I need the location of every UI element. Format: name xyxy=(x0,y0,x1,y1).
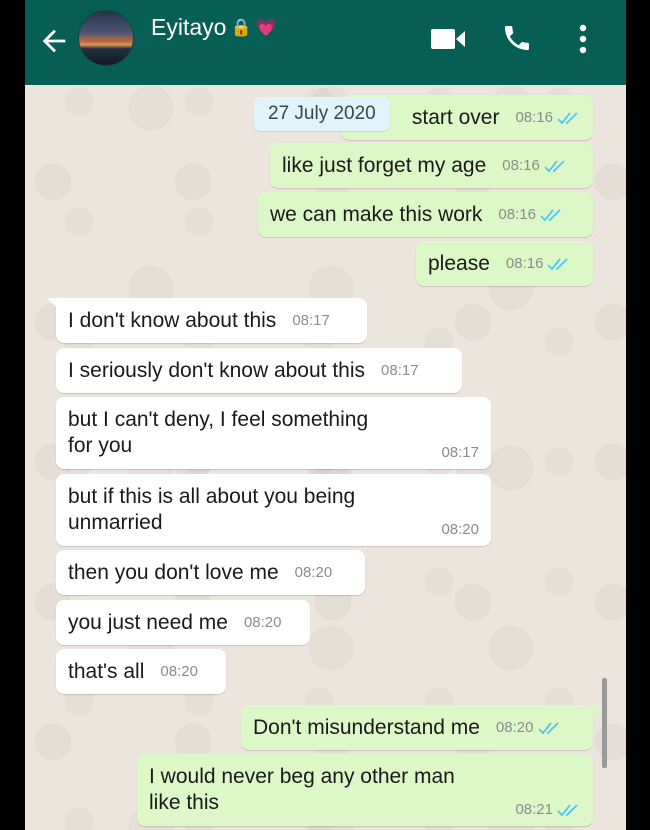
message-text: then you don't love me xyxy=(68,560,279,584)
message-text: start over xyxy=(411,105,500,129)
message-meta: 08:16 xyxy=(502,157,568,174)
double-tick-icon xyxy=(540,208,561,221)
message-bubble[interactable]: I don't know about this 08:17 xyxy=(56,298,367,343)
message-meta: 08:20 xyxy=(496,719,562,736)
more-options-icon[interactable] xyxy=(573,22,593,56)
contact-name-text: Eyitayo xyxy=(151,14,227,40)
message-time: 08:16 xyxy=(515,109,553,126)
double-tick-icon xyxy=(557,803,578,816)
contact-name[interactable]: Eyitayo 🔒 💗 xyxy=(151,14,277,41)
message-text: Don't misunderstand me xyxy=(253,715,480,739)
back-arrow-icon[interactable] xyxy=(37,24,71,58)
message-bubble[interactable]: that's all 08:20 xyxy=(56,649,226,694)
message-text: that's all xyxy=(68,659,145,683)
message-text: but I can't deny, I feel something for y… xyxy=(68,408,369,457)
message-time: 08:17 xyxy=(441,444,479,461)
avatar[interactable] xyxy=(78,10,134,66)
message-bubble[interactable]: then you don't love me 08:20 xyxy=(56,550,365,595)
message-text: like just forget my age xyxy=(282,153,487,177)
scrollbar[interactable] xyxy=(602,678,607,768)
message-bubble[interactable]: I would never beg any other man like thi… xyxy=(137,754,593,826)
message-text: I don't know about this xyxy=(68,308,277,332)
chat-screen: Eyitayo 🔒 💗 start over 08:16 27 July 202… xyxy=(25,0,626,830)
message-time: 08:20 xyxy=(243,614,282,631)
message-meta: 08:16 xyxy=(506,255,572,272)
message-bubble[interactable]: I seriously don't know about this 08:17 xyxy=(56,348,462,393)
message-bubble[interactable]: you just need me 08:20 xyxy=(56,600,310,645)
message-meta: 08:16 xyxy=(515,109,581,126)
message-time: 08:21 xyxy=(515,801,553,818)
heart-emoji-icon: 💗 xyxy=(255,17,277,37)
lock-emoji-icon: 🔒 xyxy=(230,17,252,37)
message-text: you just need me xyxy=(68,610,228,634)
message-time: 08:17 xyxy=(292,312,330,329)
message-meta: 08:21 xyxy=(515,801,581,818)
double-tick-icon xyxy=(557,111,578,124)
date-chip: 27 July 2020 xyxy=(254,97,390,131)
double-tick-icon xyxy=(544,159,565,172)
message-time: 08:16 xyxy=(505,255,544,272)
double-tick-icon xyxy=(547,257,569,270)
message-bubble[interactable]: please 08:16 xyxy=(416,241,593,286)
message-text: we can make this work xyxy=(270,202,483,226)
message-bubble[interactable]: Don't misunderstand me 08:20 xyxy=(241,705,593,750)
message-time: 08:20 xyxy=(441,521,479,538)
message-bubble[interactable]: but if this is all about you being unmar… xyxy=(56,474,491,546)
video-call-icon[interactable] xyxy=(429,26,467,52)
chat-header: Eyitayo 🔒 💗 xyxy=(25,0,626,85)
message-time: 08:17 xyxy=(381,362,419,379)
phone-call-icon[interactable] xyxy=(501,22,533,54)
message-text: please xyxy=(428,251,490,275)
message-time: 08:20 xyxy=(160,663,198,680)
double-tick-icon xyxy=(537,721,559,734)
message-time: 08:20 xyxy=(495,719,534,736)
message-bubble[interactable]: like just forget my age 08:16 xyxy=(270,143,593,188)
message-time: 08:20 xyxy=(294,564,333,581)
message-bubble[interactable]: but I can't deny, I feel something for y… xyxy=(56,397,491,469)
message-text: I seriously don't know about this xyxy=(68,358,366,382)
message-time: 08:16 xyxy=(498,206,536,223)
message-time: 08:16 xyxy=(502,157,540,174)
message-meta: 08:16 xyxy=(498,206,564,223)
message-bubble[interactable]: we can make this work 08:16 xyxy=(258,192,593,237)
message-text: but if this is all about you being unmar… xyxy=(68,485,356,534)
